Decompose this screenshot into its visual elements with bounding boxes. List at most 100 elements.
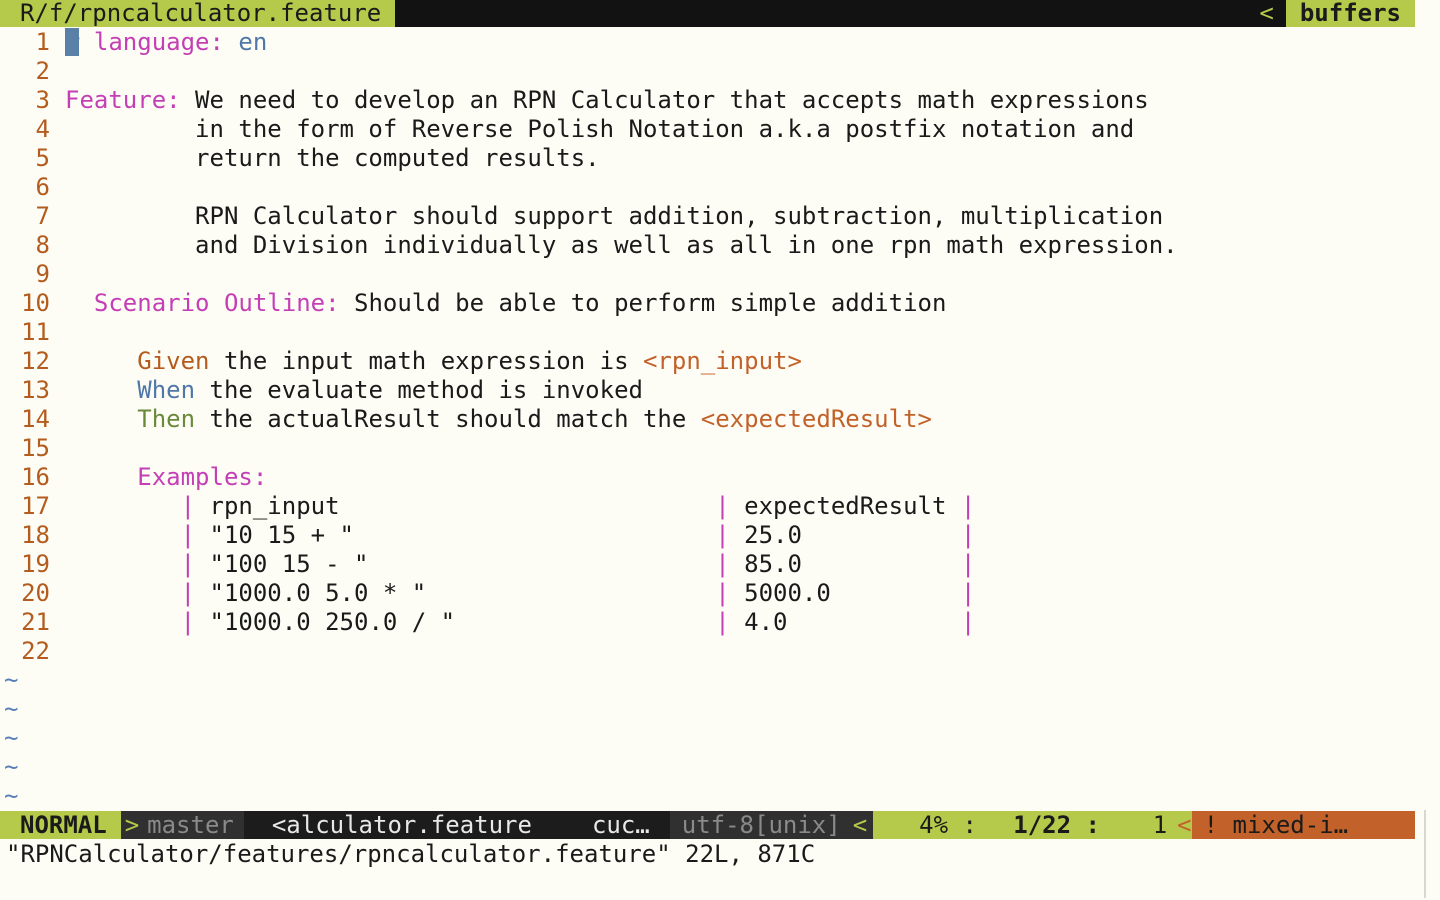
- tilde-marker: ~: [4, 695, 19, 723]
- line-number: 12: [21, 347, 50, 375]
- line-count: 1/22 :: [1013, 811, 1100, 839]
- table-cell: 5000.0: [729, 579, 961, 607]
- code-line: 12 Given the input math expression is <r…: [0, 347, 1415, 376]
- line-number: 22: [21, 637, 50, 665]
- table-pipe: |: [960, 492, 976, 520]
- table-cell: rpn_input: [195, 492, 716, 520]
- code-line: 6: [0, 173, 1415, 202]
- empty-line-marker: ~: [0, 782, 1415, 811]
- table-cell: "1000.0 5.0 * ": [195, 579, 716, 607]
- cursor-position: 4% : 1/22 : 1: [873, 811, 1167, 839]
- line-number: 10: [21, 289, 50, 317]
- line-number: 4: [35, 115, 50, 143]
- code-line: 3 Feature: We need to develop an RPN Calc…: [0, 86, 1415, 115]
- table-pipe: |: [715, 492, 730, 520]
- table-cell: "1000.0 250.0 / ": [195, 608, 716, 636]
- table-pipe: |: [180, 521, 196, 549]
- code-line: 1 # language: en: [0, 28, 1415, 57]
- step-text: the evaluate method is invoked: [195, 376, 643, 404]
- whitespace-warning: ! mixed-i…: [1191, 811, 1415, 839]
- table-pipe: |: [715, 521, 730, 549]
- given-keyword: Given: [137, 347, 210, 375]
- editor-buffer[interactable]: 1 # language: en 2 3 Feature: We need to d…: [0, 28, 1415, 811]
- examples-keyword: Examples:: [137, 463, 268, 491]
- line-number: 9: [35, 260, 50, 288]
- line-number: 15: [21, 434, 50, 462]
- vim-window: R/f/rpncalculator.feature < buffers 1 # l…: [0, 0, 1440, 900]
- code-line: 13 When the evaluate method is invoked: [0, 376, 1415, 405]
- table-cell: expectedResult: [729, 492, 961, 520]
- table-pipe: |: [960, 521, 976, 549]
- line-number: 1: [35, 28, 50, 56]
- language-value: en: [238, 28, 268, 56]
- table-pipe: |: [180, 579, 196, 607]
- tabline: R/f/rpncalculator.feature < buffers: [0, 0, 1415, 27]
- table-row: 17 | rpn_input | expectedResult |: [0, 492, 1415, 521]
- code-line: 8 and Division individually as well as a…: [0, 231, 1415, 260]
- tilde-marker: ~: [4, 724, 19, 752]
- feature-text: return the computed results.: [65, 144, 600, 172]
- table-pipe: |: [715, 550, 730, 578]
- table-row: 19 | "100 15 - " | 85.0 |: [0, 550, 1415, 579]
- table-cell: "10 15 + ": [195, 521, 716, 549]
- line-number: 14: [21, 405, 50, 433]
- window-scrollbar[interactable]: [1424, 810, 1436, 898]
- line-number: 21: [21, 608, 50, 636]
- code-line: 10 Scenario Outline: Should be able to p…: [0, 289, 1415, 318]
- empty-line-marker: ~: [0, 753, 1415, 782]
- table-cell: 4.0: [729, 608, 961, 636]
- step-param: <rpn_input>: [642, 347, 802, 375]
- code-line: 2: [0, 57, 1415, 86]
- file-encoding: utf-8[unix]: [669, 811, 847, 839]
- line-number: 2: [35, 57, 50, 85]
- when-keyword: When: [137, 376, 196, 404]
- line-number: 19: [21, 550, 50, 578]
- code-line: 16 Examples:: [0, 463, 1415, 492]
- language-keyword: language:: [93, 28, 224, 56]
- step-text: the actualResult should match the: [195, 405, 701, 433]
- empty-line-marker: ~: [0, 695, 1415, 724]
- scenario-text: Should be able to perform simple additio…: [339, 289, 947, 317]
- table-cell: "100 15 - ": [195, 550, 716, 578]
- table-pipe: |: [180, 608, 196, 636]
- line-number: 17: [21, 492, 50, 520]
- line-number: 3: [35, 86, 50, 114]
- line-number: 20: [21, 579, 50, 607]
- table-pipe: |: [960, 608, 976, 636]
- git-branch: master: [143, 811, 244, 839]
- empty-line-marker: ~: [0, 724, 1415, 753]
- file-type: cuc…: [591, 811, 650, 839]
- line-number: 16: [21, 463, 50, 491]
- buffers-label[interactable]: buffers: [1285, 0, 1415, 27]
- feature-keyword: Feature:: [65, 86, 181, 114]
- scroll-percent: 4% :: [919, 811, 977, 839]
- code-line: 4 in the form of Reverse Polish Notation…: [0, 115, 1415, 144]
- tab-current-buffer[interactable]: R/f/rpncalculator.feature: [0, 0, 396, 27]
- separator-arrow-icon: <: [1167, 811, 1192, 839]
- separator-arrow-icon: >: [120, 811, 144, 839]
- code-line: 22: [0, 637, 1415, 666]
- line-number: 18: [21, 521, 50, 549]
- mode-indicator: NORMAL: [0, 811, 121, 839]
- code-line: 11: [0, 318, 1415, 347]
- tilde-marker: ~: [4, 782, 19, 810]
- tabline-separator: <: [1259, 0, 1274, 27]
- statusline: NORMAL > master <alculator.feature cuc… …: [0, 811, 1415, 839]
- cursor: #: [65, 28, 80, 56]
- empty-line-marker: ~: [0, 666, 1415, 695]
- line-number: 5: [35, 144, 50, 172]
- table-pipe: |: [960, 550, 976, 578]
- line-number: 6: [35, 173, 50, 201]
- line-number: 13: [21, 376, 50, 404]
- scenario-keyword: Scenario Outline:: [93, 289, 340, 317]
- then-keyword: Then: [137, 405, 196, 433]
- command-line[interactable]: "RPNCalculator/features/rpncalculator.fe…: [6, 840, 815, 869]
- line-number: 7: [35, 202, 50, 230]
- column-number: 1: [1152, 811, 1168, 839]
- table-pipe: |: [715, 579, 730, 607]
- code-line: 5 return the computed results.: [0, 144, 1415, 173]
- code-line: 15: [0, 434, 1415, 463]
- step-param: <expectedResult>: [700, 405, 932, 433]
- table-pipe: |: [960, 579, 976, 607]
- feature-text: RPN Calculator should support addition, …: [65, 202, 1164, 230]
